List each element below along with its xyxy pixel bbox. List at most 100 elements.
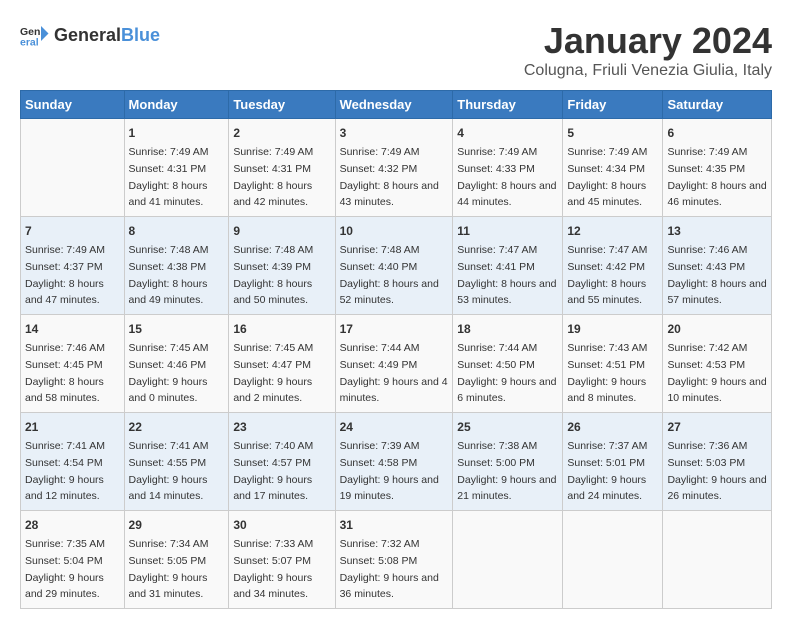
weekday-header: Sunday	[21, 91, 125, 119]
calendar-week-row: 14 Sunrise: 7:46 AM Sunset: 4:45 PM Dayligh…	[21, 315, 772, 413]
calendar-cell	[563, 511, 663, 609]
day-daylight: Daylight: 9 hours and 10 minutes.	[667, 376, 766, 405]
day-number: 26	[567, 418, 658, 436]
day-sunrise: Sunrise: 7:39 AM	[340, 440, 420, 452]
day-number: 15	[129, 320, 225, 338]
day-sunset: Sunset: 4:33 PM	[457, 163, 535, 175]
day-sunset: Sunset: 4:38 PM	[129, 261, 207, 273]
calendar-cell: 27Sunrise: 7:36 AMSunset: 5:03 PMDayligh…	[663, 413, 772, 511]
day-number: 24	[340, 418, 449, 436]
day-number: 16	[233, 320, 330, 338]
day-sunset: Sunset: 4:31 PM	[129, 163, 207, 175]
calendar-cell: 18Sunrise: 7:44 AMSunset: 4:50 PMDayligh…	[453, 315, 563, 413]
calendar-week-row: 21Sunrise: 7:41 AMSunset: 4:54 PMDayligh…	[21, 413, 772, 511]
day-daylight: Daylight: 9 hours and 34 minutes.	[233, 572, 312, 601]
day-number: 20	[667, 320, 767, 338]
calendar-cell	[21, 119, 125, 217]
calendar-cell: 3Sunrise: 7:49 AMSunset: 4:32 PMDaylight…	[335, 119, 453, 217]
day-daylight: Daylight: 8 hours and 41 minutes.	[129, 180, 208, 209]
day-sunset: Sunset: 5:00 PM	[457, 457, 535, 469]
day-sunset: Sunset: 4:41 PM	[457, 261, 535, 273]
day-sunset: Sunset: 4:47 PM	[233, 359, 311, 371]
day-sunrise: Sunrise: 7:48 AM	[340, 244, 420, 256]
day-sunrise: Sunrise: 7:48 AM	[233, 244, 313, 256]
calendar-cell: 2Sunrise: 7:49 AMSunset: 4:31 PMDaylight…	[229, 119, 335, 217]
day-sunset: Sunset: 4:45 PM	[25, 359, 103, 371]
page-header: Gen eral GeneralBlue January 2024 Colugn…	[20, 20, 772, 80]
day-number: 1	[129, 124, 225, 142]
weekday-header-row: SundayMondayTuesdayWednesdayThursdayFrid…	[21, 91, 772, 119]
logo-general: General	[54, 25, 121, 45]
calendar-cell: 19Sunrise: 7:43 AMSunset: 4:51 PMDayligh…	[563, 315, 663, 413]
day-number: 23	[233, 418, 330, 436]
calendar-cell	[453, 511, 563, 609]
day-sunrise: Sunrise: 7:48 AM	[129, 244, 209, 256]
day-number: 11	[457, 222, 558, 240]
day-number: 21	[25, 418, 120, 436]
day-daylight: Daylight: 9 hours and 0 minutes.	[129, 376, 208, 405]
day-daylight: Daylight: 8 hours and 47 minutes.	[25, 278, 104, 307]
day-sunset: Sunset: 5:08 PM	[340, 555, 418, 567]
day-number: 29	[129, 516, 225, 534]
day-daylight: Daylight: 8 hours and 50 minutes.	[233, 278, 312, 307]
calendar-cell: 26Sunrise: 7:37 AMSunset: 5:01 PMDayligh…	[563, 413, 663, 511]
day-daylight: Daylight: 9 hours and 2 minutes.	[233, 376, 312, 405]
day-sunset: Sunset: 4:37 PM	[25, 261, 103, 273]
day-daylight: Daylight: 9 hours and 19 minutes.	[340, 474, 439, 503]
calendar-cell: 14Sunrise: 7:46 AMSunset: 4:45 PMDayligh…	[21, 315, 125, 413]
day-sunrise: Sunrise: 7:46 AM	[667, 244, 747, 256]
calendar-week-row: 28Sunrise: 7:35 AMSunset: 5:04 PMDayligh…	[21, 511, 772, 609]
day-number: 4	[457, 124, 558, 142]
day-sunrise: Sunrise: 7:36 AM	[667, 440, 747, 452]
day-daylight: Daylight: 9 hours and 14 minutes.	[129, 474, 208, 503]
calendar-cell: 31Sunrise: 7:32 AMSunset: 5:08 PMDayligh…	[335, 511, 453, 609]
day-sunrise: Sunrise: 7:41 AM	[25, 440, 105, 452]
weekday-header: Thursday	[453, 91, 563, 119]
day-number: 5	[567, 124, 658, 142]
day-sunrise: Sunrise: 7:46 AM	[25, 342, 105, 354]
day-sunset: Sunset: 4:46 PM	[129, 359, 207, 371]
day-sunrise: Sunrise: 7:41 AM	[129, 440, 209, 452]
day-sunrise: Sunrise: 7:43 AM	[567, 342, 647, 354]
calendar-cell: 21Sunrise: 7:41 AMSunset: 4:54 PMDayligh…	[21, 413, 125, 511]
day-sunset: Sunset: 4:55 PM	[129, 457, 207, 469]
day-daylight: Daylight: 9 hours and 6 minutes.	[457, 376, 556, 405]
calendar-cell: 16Sunrise: 7:45 AMSunset: 4:47 PMDayligh…	[229, 315, 335, 413]
day-sunrise: Sunrise: 7:33 AM	[233, 538, 313, 550]
calendar-cell: 10Sunrise: 7:48 AMSunset: 4:40 PMDayligh…	[335, 217, 453, 315]
day-daylight: Daylight: 8 hours and 45 minutes.	[567, 180, 646, 209]
day-number: 27	[667, 418, 767, 436]
day-daylight: Daylight: 8 hours and 52 minutes.	[340, 278, 439, 307]
day-sunset: Sunset: 4:39 PM	[233, 261, 311, 273]
day-sunrise: Sunrise: 7:49 AM	[233, 146, 313, 158]
day-daylight: Daylight: 9 hours and 26 minutes.	[667, 474, 766, 503]
day-daylight: Daylight: 9 hours and 4 minutes.	[340, 376, 448, 405]
day-sunset: Sunset: 4:50 PM	[457, 359, 535, 371]
logo-icon: Gen eral	[20, 20, 50, 50]
day-sunset: Sunset: 4:53 PM	[667, 359, 745, 371]
day-daylight: Daylight: 9 hours and 12 minutes.	[25, 474, 104, 503]
day-daylight: Daylight: 9 hours and 21 minutes.	[457, 474, 556, 503]
weekday-header: Monday	[124, 91, 229, 119]
page-subtitle: Colugna, Friuli Venezia Giulia, Italy	[524, 62, 772, 80]
calendar-cell: 24Sunrise: 7:39 AMSunset: 4:58 PMDayligh…	[335, 413, 453, 511]
page-title: January 2024	[524, 20, 772, 62]
calendar-table: SundayMondayTuesdayWednesdayThursdayFrid…	[20, 90, 772, 609]
calendar-cell: 5Sunrise: 7:49 AMSunset: 4:34 PMDaylight…	[563, 119, 663, 217]
day-number: 19	[567, 320, 658, 338]
day-sunrise: Sunrise: 7:44 AM	[457, 342, 537, 354]
calendar-cell: 23Sunrise: 7:40 AMSunset: 4:57 PMDayligh…	[229, 413, 335, 511]
day-number: 28	[25, 516, 120, 534]
day-sunset: Sunset: 4:40 PM	[340, 261, 418, 273]
logo: Gen eral GeneralBlue	[20, 20, 160, 50]
day-number: 14	[25, 320, 120, 338]
calendar-week-row: 7Sunrise: 7:49 AMSunset: 4:37 PMDaylight…	[21, 217, 772, 315]
calendar-cell: 13Sunrise: 7:46 AMSunset: 4:43 PMDayligh…	[663, 217, 772, 315]
calendar-cell: 15Sunrise: 7:45 AMSunset: 4:46 PMDayligh…	[124, 315, 229, 413]
day-daylight: Daylight: 8 hours and 55 minutes.	[567, 278, 646, 307]
calendar-cell	[663, 511, 772, 609]
calendar-cell: 6Sunrise: 7:49 AMSunset: 4:35 PMDaylight…	[663, 119, 772, 217]
day-number: 30	[233, 516, 330, 534]
day-sunrise: Sunrise: 7:49 AM	[129, 146, 209, 158]
day-sunrise: Sunrise: 7:49 AM	[457, 146, 537, 158]
